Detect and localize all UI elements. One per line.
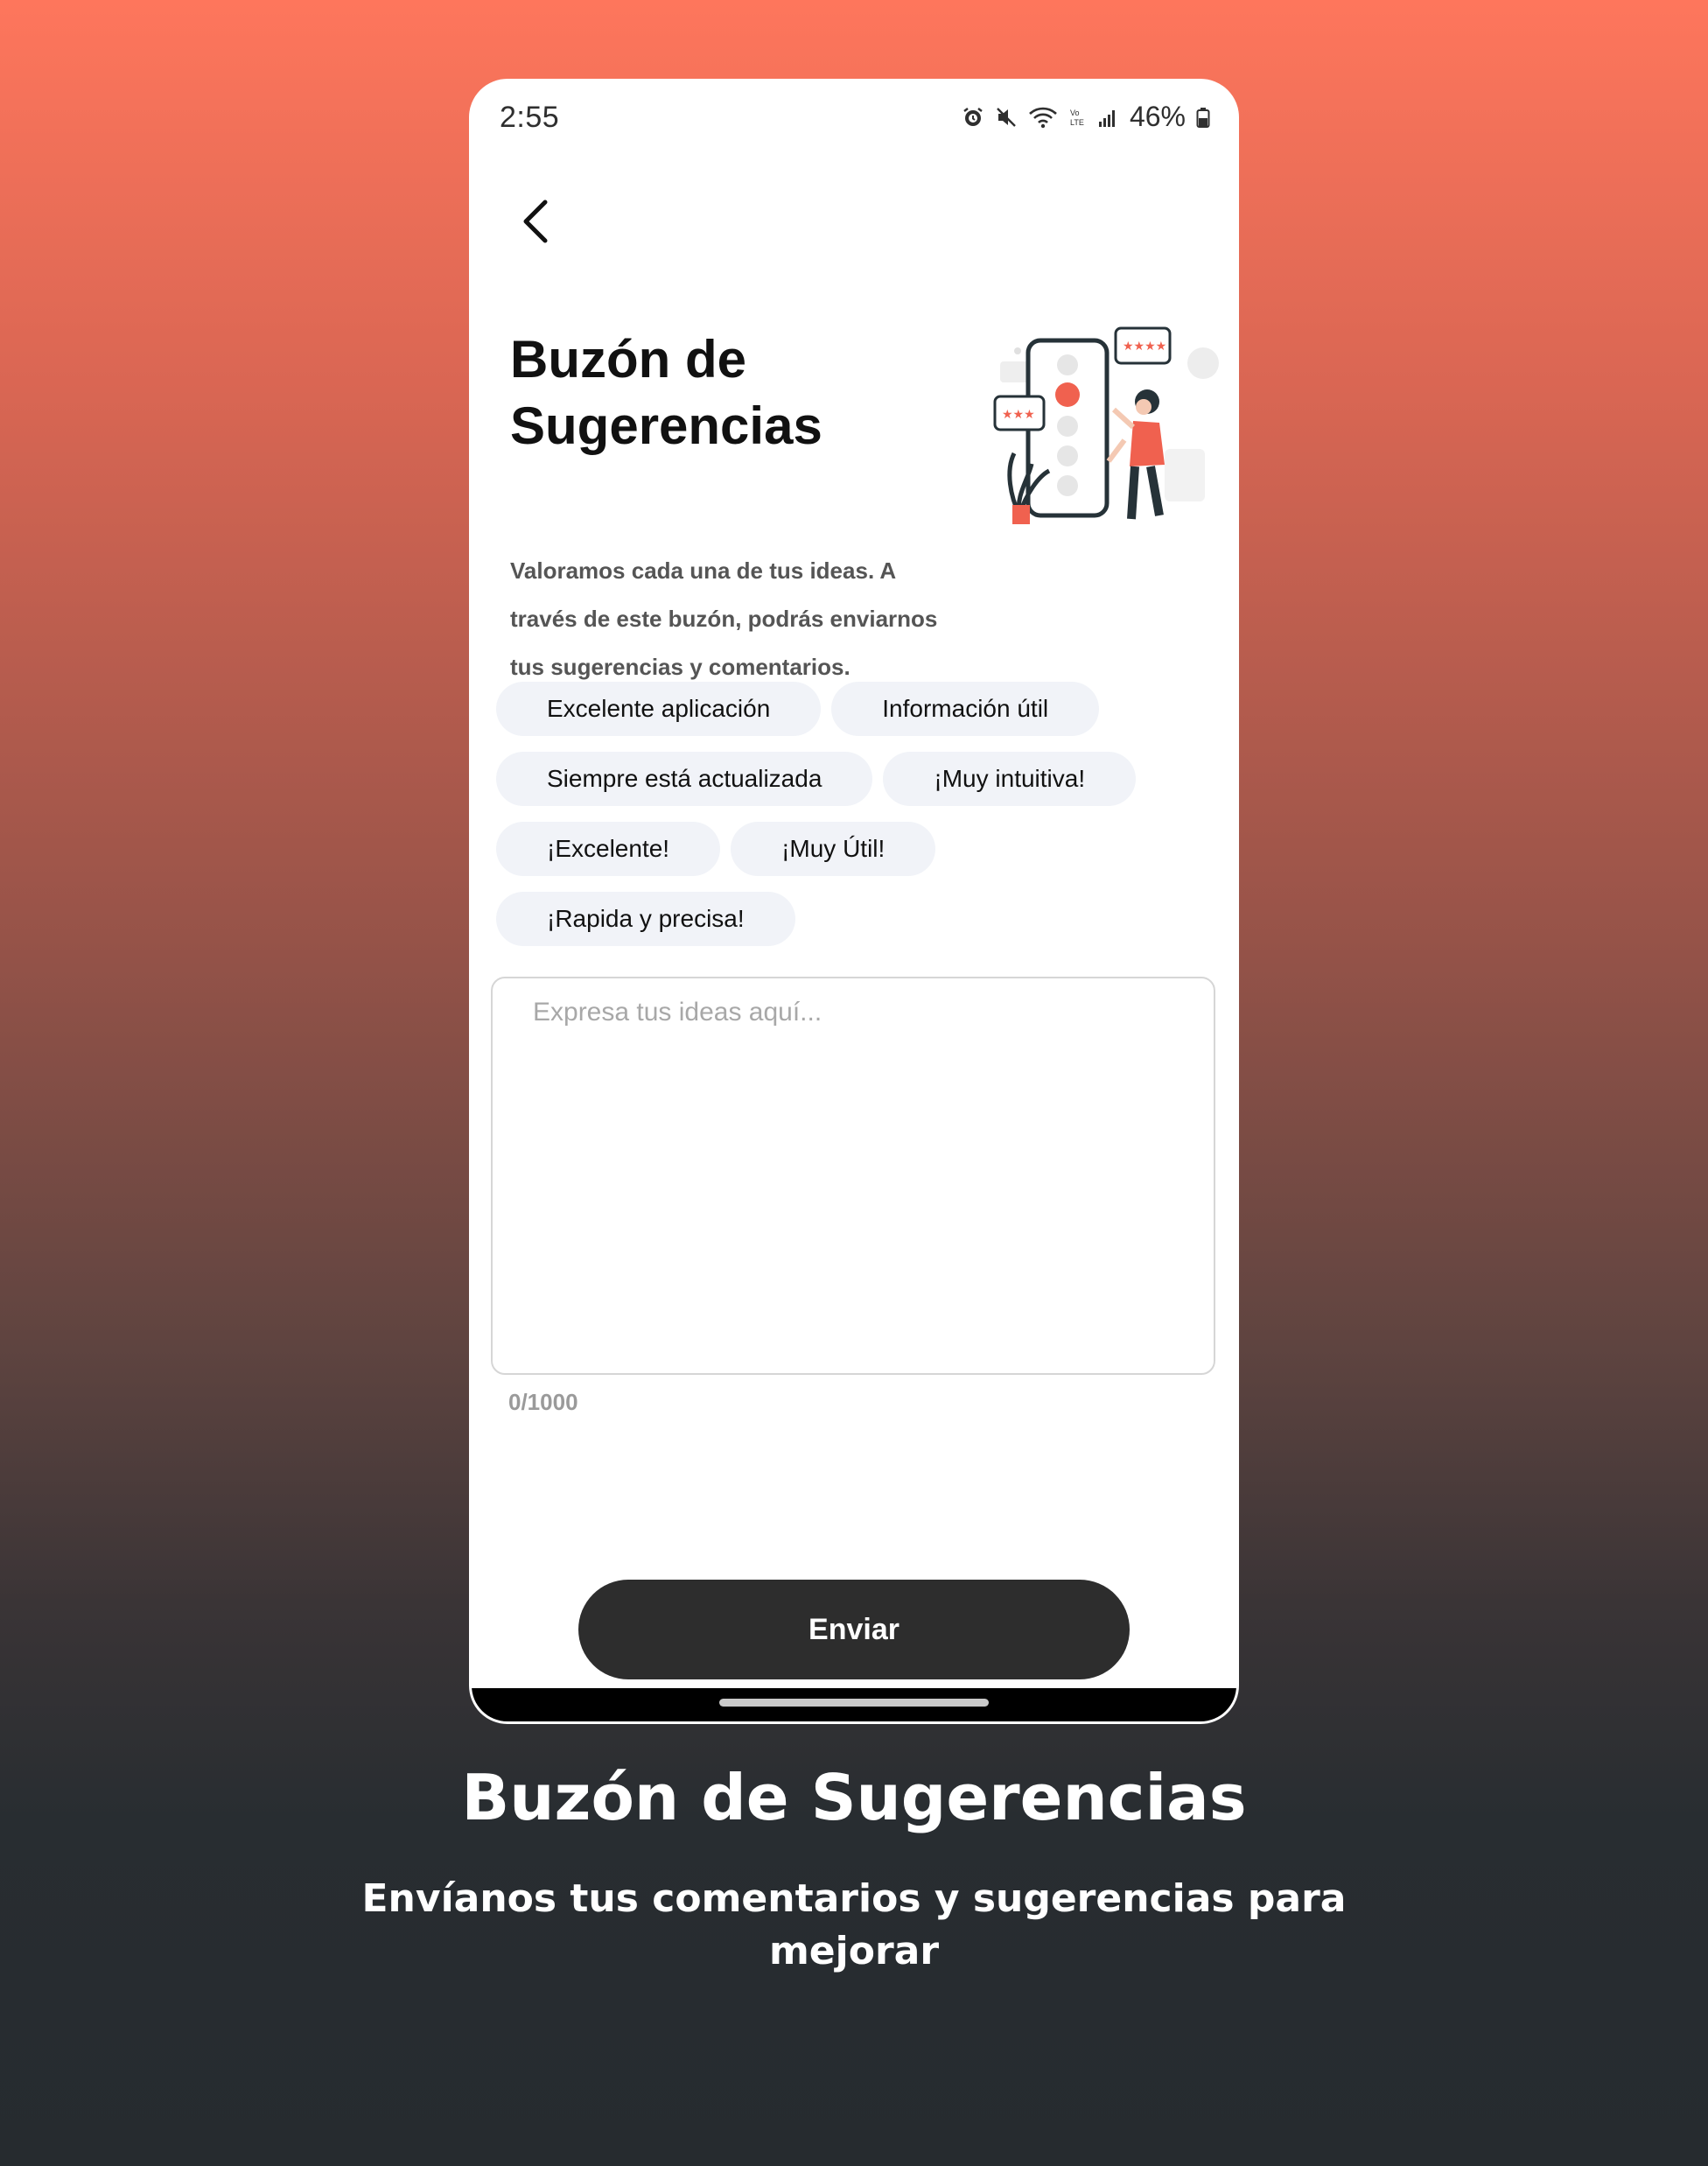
chip-excelente-aplicacion[interactable]: Excelente aplicación bbox=[496, 682, 822, 736]
svg-text:LTE: LTE bbox=[1070, 118, 1084, 127]
mute-icon bbox=[995, 106, 1018, 129]
phone-screen: 2:55 Vo LTE 46% Buzón de Sugerencias Val… bbox=[469, 79, 1239, 1724]
suggestion-chips: Excelente aplicación Información útil Si… bbox=[496, 682, 1214, 962]
status-icons: Vo LTE 46% bbox=[962, 101, 1210, 133]
chip-rapida-precisa[interactable]: ¡Rapida y precisa! bbox=[496, 892, 795, 946]
chip-excelente[interactable]: ¡Excelente! bbox=[496, 822, 721, 876]
svg-text:★★★★: ★★★★ bbox=[1123, 340, 1166, 354]
wifi-icon bbox=[1028, 106, 1058, 129]
chevron-left-icon bbox=[523, 200, 548, 243]
chip-muy-intuitiva[interactable]: ¡Muy intuitiva! bbox=[883, 752, 1137, 806]
promo-subtitle: Envíanos tus comentarios y sugerencias p… bbox=[361, 1876, 1347, 1973]
send-button[interactable]: Enviar bbox=[578, 1580, 1130, 1679]
page-description: Valoramos cada una de tus ideas. A travé… bbox=[510, 557, 938, 680]
battery-icon bbox=[1196, 106, 1210, 129]
page-title: Buzón de Sugerencias bbox=[510, 330, 822, 455]
feedback-illustration: ★★★★ ★★★ bbox=[993, 318, 1221, 536]
svg-text:Vo: Vo bbox=[1070, 109, 1080, 117]
feedback-textarea[interactable] bbox=[491, 977, 1215, 1375]
back-button[interactable] bbox=[510, 195, 563, 248]
chip-informacion-util[interactable]: Información útil bbox=[831, 682, 1100, 736]
home-gesture-handle[interactable] bbox=[719, 1699, 989, 1707]
svg-text:★★★: ★★★ bbox=[1002, 408, 1035, 422]
volte-icon: Vo LTE bbox=[1068, 106, 1088, 129]
character-counter: 0/1000 bbox=[508, 1389, 578, 1415]
chip-siempre-actualizada[interactable]: Siempre está actualizada bbox=[496, 752, 873, 806]
alarm-icon bbox=[962, 106, 984, 129]
signal-icon bbox=[1098, 106, 1119, 129]
chip-muy-util[interactable]: ¡Muy Útil! bbox=[731, 822, 936, 876]
navigation-bar bbox=[472, 1688, 1236, 1721]
status-time: 2:55 bbox=[500, 101, 560, 134]
promo-title: Buzón de Sugerencias bbox=[461, 1761, 1247, 1834]
battery-percent: 46% bbox=[1129, 101, 1186, 132]
status-bar: 2:55 Vo LTE 46% bbox=[472, 81, 1236, 160]
